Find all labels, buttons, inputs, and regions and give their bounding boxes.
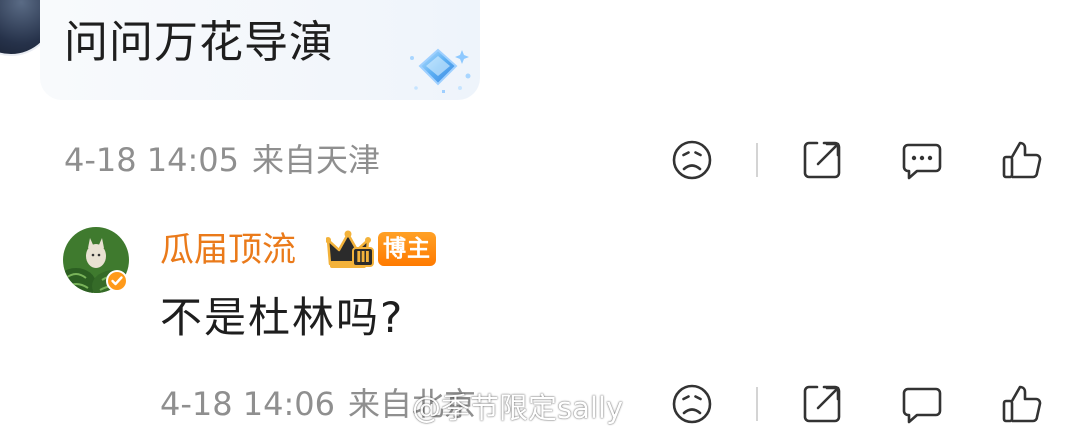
parent-comment-text: 问问万花导演 <box>64 17 334 68</box>
parent-comment-meta: 4-18 14:05 来自天津 <box>0 134 1080 186</box>
reply-avatar[interactable] <box>62 226 134 298</box>
comment-bubble-icon[interactable] <box>900 382 944 426</box>
blogger-badge: 博主 <box>378 232 436 266</box>
thumbs-up-icon[interactable] <box>1000 138 1044 182</box>
reply-date: 4-18 14:06 <box>160 385 336 423</box>
thumbs-up-icon[interactable] <box>1000 382 1044 426</box>
reply-comment-text: 不是杜林吗? <box>160 293 405 342</box>
crown-level-text: Ⅲ <box>356 248 371 266</box>
share-icon[interactable] <box>800 138 844 182</box>
action-divider <box>756 143 758 177</box>
diamond-gem-icon <box>410 48 471 93</box>
watermark-text: @季节限定sally <box>412 391 624 425</box>
parent-comment-location: 来自天津 <box>252 141 381 179</box>
parent-comment-date: 4-18 14:05 <box>64 141 240 179</box>
reply-username[interactable]: 瓜届顶流 <box>160 226 296 274</box>
action-divider <box>756 387 758 421</box>
share-icon[interactable] <box>800 382 844 426</box>
sad-face-icon[interactable] <box>670 382 714 426</box>
comment-bubble-icon[interactable] <box>900 138 944 182</box>
sad-face-icon[interactable] <box>670 138 714 182</box>
